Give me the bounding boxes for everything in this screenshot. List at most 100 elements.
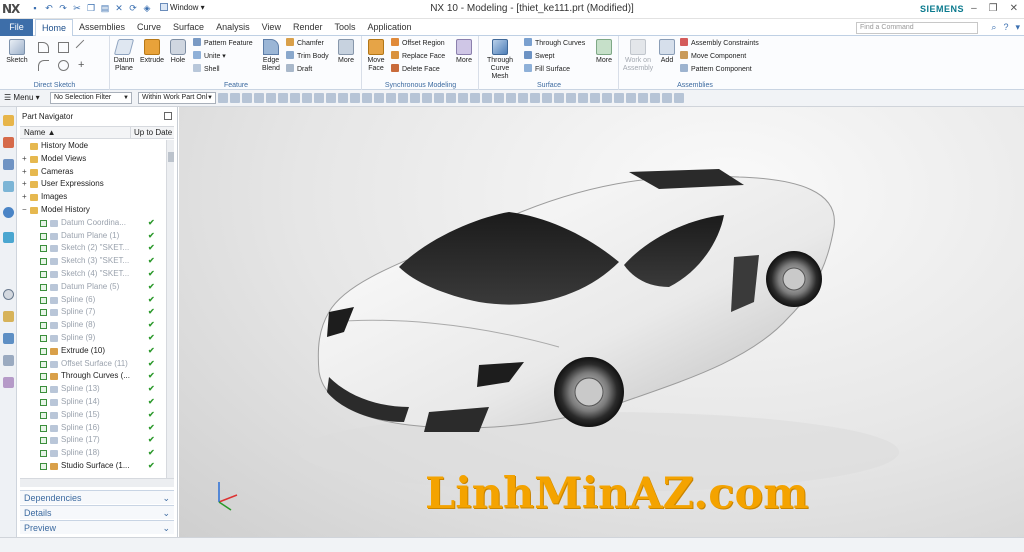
shaded-icon[interactable] <box>386 93 396 103</box>
tab-surface[interactable]: Surface <box>167 19 210 36</box>
web-browser-tab-icon[interactable] <box>3 207 14 218</box>
maximize-icon[interactable] <box>164 112 172 120</box>
lights-icon[interactable] <box>602 93 612 103</box>
tab-view[interactable]: View <box>256 19 287 36</box>
preview-panel[interactable]: Preview ⌄ <box>20 520 174 534</box>
visibility-checkbox[interactable] <box>40 450 47 458</box>
zoom-icon[interactable] <box>350 93 360 103</box>
visibility-checkbox[interactable] <box>40 424 47 432</box>
tree-node[interactable]: + Model Views <box>20 153 166 166</box>
graphics-window[interactable]: LinhMinAZ.com <box>179 107 1024 537</box>
type-filter-select[interactable]: No Selection Filter ▼ <box>50 92 132 104</box>
tree-node[interactable]: + Cameras <box>20 166 166 179</box>
surface-more-button[interactable]: More <box>591 39 617 65</box>
tree-node[interactable]: Offset Surface (11) ✔ <box>20 358 166 371</box>
show-hide-icon[interactable] <box>554 93 564 103</box>
part-navigator-tab-icon[interactable] <box>3 115 14 126</box>
visibility-checkbox[interactable] <box>40 411 47 419</box>
draft-button[interactable]: Draft <box>286 64 312 75</box>
scrollbar-thumb[interactable] <box>168 152 174 162</box>
section-view-icon[interactable] <box>566 93 576 103</box>
ribbon-options-icon[interactable]: ▾ <box>1015 22 1020 33</box>
tree-node[interactable]: Spline (16) ✔ <box>20 422 166 435</box>
pattern-feature-button[interactable]: Pattern Feature <box>193 38 253 49</box>
point-on-curve-icon[interactable] <box>494 93 504 103</box>
unite-button[interactable]: Unite ▾ <box>193 51 226 62</box>
tree-node[interactable]: Spline (9) ✔ <box>20 332 166 345</box>
select-curve-icon[interactable] <box>278 93 288 103</box>
dependencies-panel[interactable]: Dependencies ⌄ <box>20 490 174 504</box>
pattern-component-button[interactable]: Pattern Component <box>680 64 752 75</box>
snap-point-icon[interactable] <box>218 93 228 103</box>
bounded-grid-icon[interactable] <box>518 93 528 103</box>
intersection-icon[interactable] <box>446 93 456 103</box>
camera-icon[interactable] <box>614 93 624 103</box>
horizontal-scrollbar[interactable] <box>20 478 174 487</box>
details-panel[interactable]: Details ⌄ <box>20 505 174 519</box>
tree-node[interactable]: Studio Surface (1... ✔ <box>20 460 166 473</box>
view-orient-icon[interactable] <box>326 93 336 103</box>
edge-blend-button[interactable]: Edge Blend <box>258 39 284 73</box>
tree-node[interactable]: Datum Plane (1) ✔ <box>20 230 166 243</box>
tab-home[interactable]: Home <box>35 19 74 37</box>
column-header-name[interactable]: Name ▲ <box>24 127 55 139</box>
search-icon[interactable]: ⌕ <box>991 22 996 33</box>
selection-scope-select[interactable]: Within Work Part Onl ▼ <box>138 92 216 104</box>
tree-node[interactable]: Sketch (3) "SKET... ✔ <box>20 255 166 268</box>
tree-node[interactable]: Sketch (4) "SKET... ✔ <box>20 268 166 281</box>
tab-assemblies[interactable]: Assemblies <box>73 19 131 36</box>
find-command-input[interactable]: Find a Command <box>856 22 978 34</box>
arc-tool-icon[interactable] <box>38 60 49 71</box>
constraint-navigator-tab-icon[interactable] <box>3 159 14 170</box>
visibility-checkbox[interactable] <box>40 283 47 291</box>
help-icon[interactable]: ? <box>1003 22 1008 33</box>
swept-button[interactable]: Swept <box>524 51 554 62</box>
through-curve-mesh-button[interactable]: Through Curve Mesh <box>484 39 516 81</box>
fit-icon[interactable] <box>338 93 348 103</box>
visibility-checkbox[interactable] <box>40 437 47 445</box>
add-component-button[interactable]: Add <box>654 39 680 65</box>
history-palette-tab-icon[interactable] <box>3 232 14 243</box>
tree-node[interactable]: Extrude (10) ✔ <box>20 345 166 358</box>
customize-icon[interactable] <box>662 93 672 103</box>
tree-node[interactable]: Through Curves (... ✔ <box>20 370 166 383</box>
close-icon[interactable]: ✕ <box>1010 3 1018 14</box>
sketch-button[interactable]: Sketch <box>4 39 30 65</box>
expand-toggle-icon[interactable]: + <box>22 178 29 191</box>
move-face-button[interactable]: Move Face <box>363 39 389 73</box>
tree-node[interactable]: Spline (18) ✔ <box>20 447 166 460</box>
sync-more-button[interactable]: More <box>451 39 477 65</box>
tree-node[interactable]: Datum Plane (5) ✔ <box>20 281 166 294</box>
menu-button[interactable]: ☰ Menu ▾ <box>4 93 40 102</box>
move-component-button[interactable]: Move Component <box>680 51 746 62</box>
tree-node[interactable]: History Mode <box>20 140 166 153</box>
circle-tool-icon[interactable] <box>58 60 69 71</box>
offset-region-button[interactable]: Offset Region <box>391 38 445 49</box>
rectangle-tool-icon[interactable] <box>58 42 69 53</box>
expand-toggle-icon[interactable]: + <box>22 191 29 204</box>
tree-node[interactable]: Sketch (2) "SKET... ✔ <box>20 242 166 255</box>
assembly-constraints-button[interactable]: Assembly Constraints <box>680 38 759 49</box>
visibility-checkbox[interactable] <box>40 360 47 368</box>
visibility-checkbox[interactable] <box>40 219 47 227</box>
extrude-button[interactable]: Extrude <box>139 39 165 65</box>
tab-analysis[interactable]: Analysis <box>210 19 256 36</box>
process-studio-tab-icon[interactable] <box>3 311 14 322</box>
tab-application[interactable]: Application <box>362 19 418 36</box>
restore-icon[interactable]: ❐ <box>989 3 998 14</box>
visibility-checkbox[interactable] <box>40 334 47 342</box>
arc-center-icon[interactable] <box>458 93 468 103</box>
expand-toggle-icon[interactable]: + <box>22 153 29 166</box>
rectangle-select-icon[interactable] <box>302 93 312 103</box>
expand-toggle-icon[interactable]: − <box>22 204 29 217</box>
feature-more-button[interactable]: More <box>333 39 359 65</box>
render-style-icon[interactable] <box>590 93 600 103</box>
pan-icon[interactable] <box>374 93 384 103</box>
lasso-select-icon[interactable] <box>314 93 324 103</box>
column-header-up-to-date[interactable]: Up to Date <box>130 127 172 139</box>
tree-node[interactable]: Datum Coordina... ✔ <box>20 217 166 230</box>
assembly-navigator-tab-icon[interactable] <box>3 137 14 148</box>
background-icon[interactable] <box>578 93 588 103</box>
work-layer-icon[interactable] <box>530 93 540 103</box>
mid-point-icon[interactable] <box>422 93 432 103</box>
